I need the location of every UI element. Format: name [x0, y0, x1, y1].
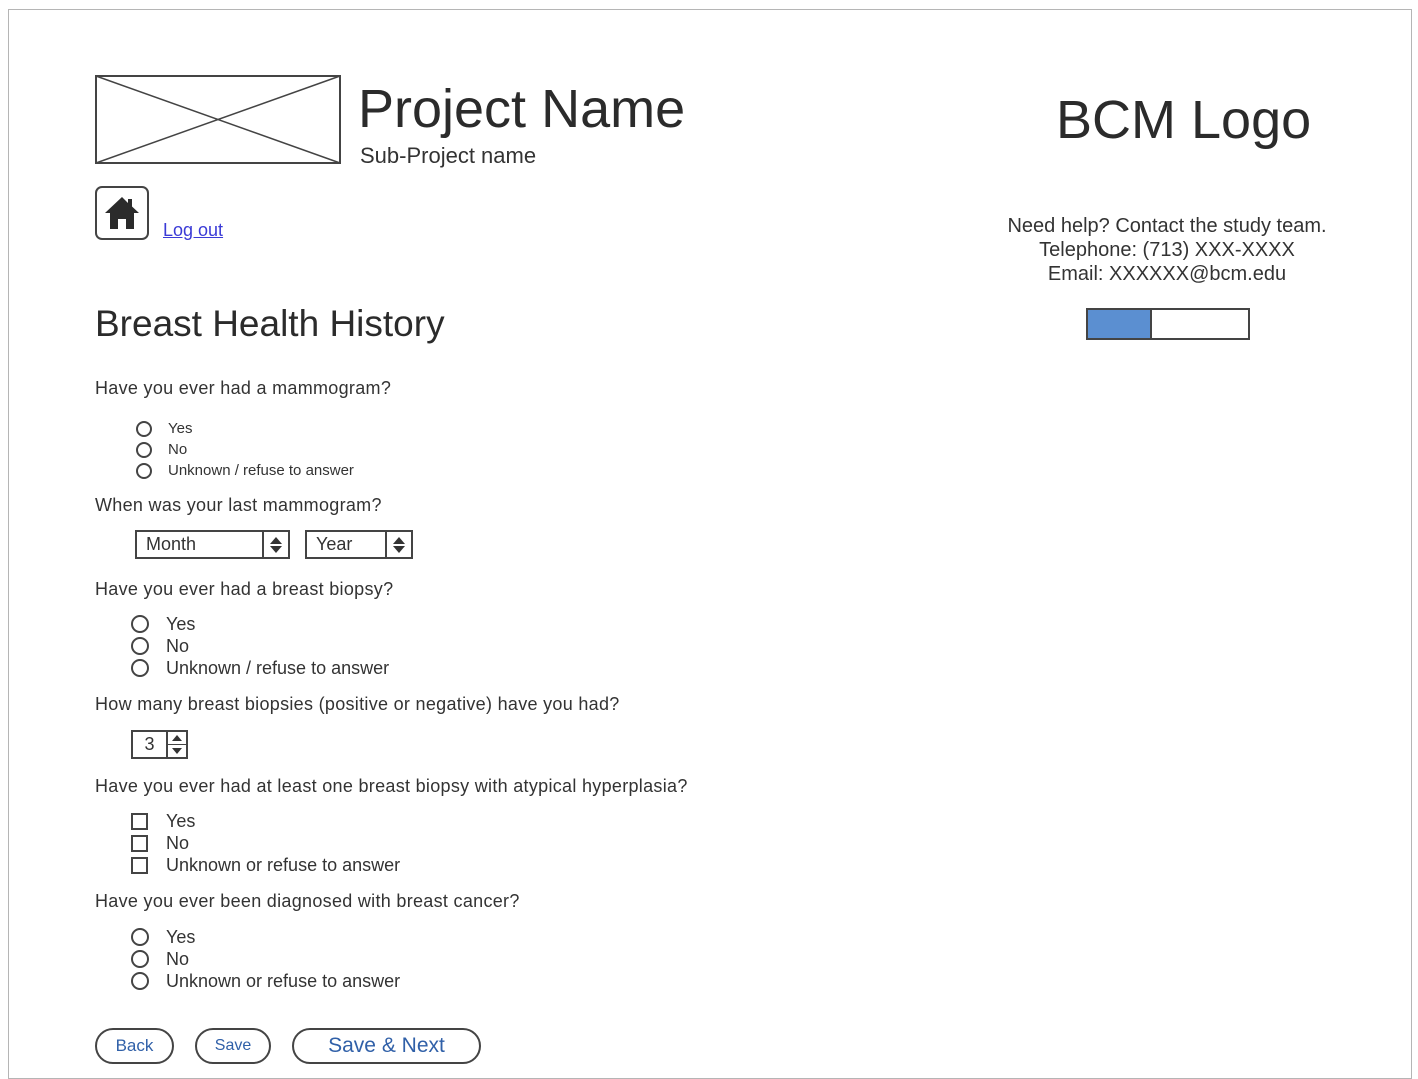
question-atypical-hyperplasia: Have you ever had at least one breast bi…: [95, 776, 688, 796]
radio-button[interactable]: [136, 420, 152, 437]
project-name: Project Name: [358, 79, 686, 139]
help-line-email: Email: XXXXXX@bcm.edu: [1047, 263, 1287, 285]
option-hyperplasia-yes[interactable]: Yes: [0, 810, 400, 832]
option-mammogram-unknown[interactable]: Unknown / refuse to answer: [0, 460, 354, 481]
save-next-button[interactable]: Save & Next: [292, 1028, 481, 1064]
biopsy-options: Yes No Unknown / refuse to answer: [0, 613, 389, 679]
progress-bar: [1086, 308, 1250, 340]
up-down-arrows-icon: [262, 532, 288, 557]
option-mammogram-no[interactable]: No: [0, 439, 354, 460]
option-label: No: [166, 948, 190, 969]
stepper-value: 3: [144, 734, 155, 754]
year-select[interactable]: Year: [305, 530, 413, 559]
biopsy-count-stepper[interactable]: 3: [131, 730, 188, 759]
sub-project-name: Sub-Project name: [360, 143, 537, 168]
bcm-logo: BCM Logo: [1056, 90, 1312, 150]
option-biopsy-unknown[interactable]: Unknown / refuse to answer: [0, 657, 389, 679]
option-label: Unknown or refuse to answer: [166, 970, 401, 991]
radio-button[interactable]: [131, 950, 149, 968]
save-button[interactable]: Save: [195, 1028, 271, 1064]
option-label: Unknown / refuse to answer: [168, 462, 354, 479]
option-hyperplasia-no[interactable]: No: [0, 832, 400, 854]
logout-link[interactable]: Log out: [163, 220, 223, 241]
mammogram-options: Yes No Unknown / refuse to answer: [0, 418, 354, 481]
option-cancer-no[interactable]: No: [0, 948, 400, 970]
radio-button[interactable]: [131, 972, 149, 990]
help-contact: Need help? Contact the study team. Telep…: [988, 214, 1346, 286]
option-label: Unknown or refuse to answer: [166, 854, 401, 875]
help-line-contact: Need help? Contact the study team.: [1007, 215, 1327, 237]
stepper-up-arrow-icon[interactable]: [168, 732, 186, 744]
atypical-hyperplasia-options: Yes No Unknown or refuse to answer: [0, 810, 400, 876]
option-mammogram-yes[interactable]: Yes: [0, 418, 354, 439]
home-icon: [105, 197, 139, 229]
radio-button[interactable]: [131, 928, 149, 946]
question-breast-cancer: Have you ever been diagnosed with breast…: [95, 891, 520, 911]
checkbox[interactable]: [131, 856, 148, 874]
month-select[interactable]: Month: [135, 530, 290, 559]
option-biopsy-yes[interactable]: Yes: [0, 613, 389, 635]
option-label: Yes: [168, 420, 193, 437]
stepper-arrows: [166, 732, 186, 757]
option-biopsy-no[interactable]: No: [0, 635, 389, 657]
option-hyperplasia-unknown[interactable]: Unknown or refuse to answer: [0, 854, 400, 876]
radio-button[interactable]: [131, 637, 149, 655]
radio-button[interactable]: [136, 441, 152, 458]
help-line-telephone: Telephone: (713) XXX-XXXX: [1039, 239, 1295, 261]
option-cancer-yes[interactable]: Yes: [0, 926, 400, 948]
breast-cancer-options: Yes No Unknown or refuse to answer: [0, 926, 400, 992]
year-select-value: Year: [316, 534, 353, 554]
question-breast-biopsy: Have you ever had a breast biopsy?: [95, 579, 394, 599]
radio-button[interactable]: [131, 659, 149, 677]
question-mammogram: Have you ever had a mammogram?: [95, 378, 392, 398]
radio-button[interactable]: [136, 462, 152, 479]
option-label: No: [168, 441, 188, 458]
checkbox[interactable]: [131, 812, 148, 830]
month-select-value: Month: [146, 534, 197, 554]
option-label: Yes: [166, 926, 196, 947]
option-label: Yes: [166, 613, 196, 634]
up-down-arrows-icon: [385, 532, 411, 557]
option-label: Unknown / refuse to answer: [166, 657, 390, 678]
page-title: Breast Health History: [95, 303, 445, 344]
option-cancer-unknown[interactable]: Unknown or refuse to answer: [0, 970, 400, 992]
question-biopsy-count: How many breast biopsies (positive or ne…: [95, 694, 620, 714]
question-last-mammogram: When was your last mammogram?: [95, 495, 382, 515]
back-button[interactable]: Back: [95, 1028, 174, 1064]
radio-button[interactable]: [131, 615, 149, 633]
checkbox[interactable]: [131, 834, 148, 852]
option-label: Yes: [166, 810, 196, 831]
project-logo-image-placeholder: [95, 75, 341, 164]
option-label: No: [166, 635, 190, 656]
home-button[interactable]: [95, 186, 149, 240]
option-label: No: [166, 832, 190, 853]
progress-bar-fill: [1088, 310, 1152, 338]
stepper-down-arrow-icon[interactable]: [168, 744, 186, 757]
